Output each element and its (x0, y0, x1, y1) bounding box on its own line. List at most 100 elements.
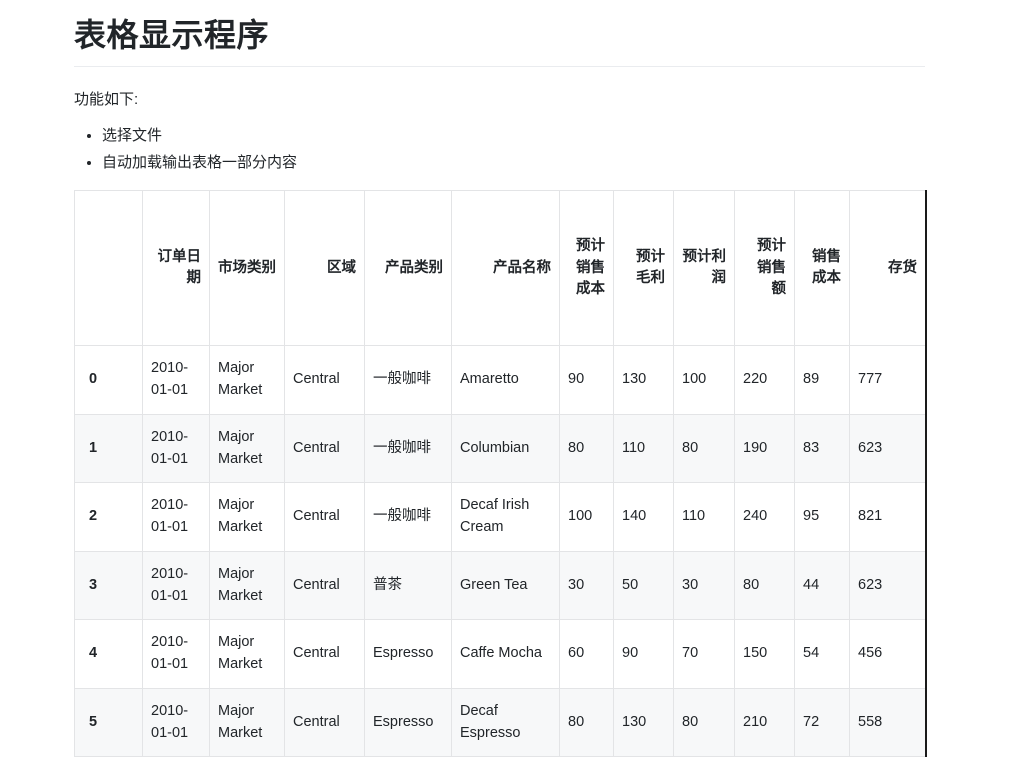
cell-order-date: 2010-01-01 (143, 346, 210, 415)
cell-region: Central (285, 483, 365, 552)
dataframe-table: 订单日期 市场类别 区域 产品类别 产品名称 预计销售成本 预计毛利 预计利润 … (74, 190, 926, 757)
cell-inventory: 623 (850, 551, 926, 620)
cell-inventory: 623 (850, 414, 926, 483)
cell-est-profit: 80 (674, 688, 735, 757)
cell-cost-of-sales: 89 (795, 346, 850, 415)
cell-product-category: Espresso (365, 620, 452, 689)
cell-est-cost-of-sales: 60 (560, 620, 614, 689)
cell-est-profit: 30 (674, 551, 735, 620)
row-index-label: 1 (75, 414, 143, 483)
cell-est-sales-amount: 190 (735, 414, 795, 483)
cell-market-category: Major Market (210, 551, 285, 620)
column-header-est-cost-of-sales: 预计销售成本 (560, 191, 614, 346)
cell-order-date: 2010-01-01 (143, 483, 210, 552)
cell-cost-of-sales: 83 (795, 414, 850, 483)
column-header-product-category: 产品类别 (365, 191, 452, 346)
row-index-label: 4 (75, 620, 143, 689)
list-item: 选择文件 (102, 124, 944, 147)
cell-order-date: 2010-01-01 (143, 551, 210, 620)
cell-cost-of-sales: 44 (795, 551, 850, 620)
column-header-index (75, 191, 143, 346)
cell-est-gross-margin: 50 (614, 551, 674, 620)
feature-list: 选择文件 自动加载输出表格一部分内容 (74, 124, 944, 175)
cell-product-category: Espresso (365, 688, 452, 757)
cell-region: Central (285, 620, 365, 689)
cell-order-date: 2010-01-01 (143, 620, 210, 689)
cell-order-date: 2010-01-01 (143, 414, 210, 483)
column-header-est-sales-amount: 预计销售额 (735, 191, 795, 346)
column-header-market-category: 市场类别 (210, 191, 285, 346)
cell-est-gross-margin: 130 (614, 688, 674, 757)
cell-market-category: Major Market (210, 346, 285, 415)
table-row: 0 2010-01-01 Major Market Central 一般咖啡 A… (75, 346, 926, 415)
row-index-label: 0 (75, 346, 143, 415)
column-header-est-gross-margin: 预计毛利 (614, 191, 674, 346)
cell-inventory: 456 (850, 620, 926, 689)
cell-product-name: Decaf Irish Cream (452, 483, 560, 552)
page-container: 表格显示程序 功能如下: 选择文件 自动加载输出表格一部分内容 订单日期 市场类… (0, 0, 1018, 757)
cell-product-name: Columbian (452, 414, 560, 483)
cell-est-sales-amount: 150 (735, 620, 795, 689)
intro-lead-text: 功能如下: (74, 89, 944, 112)
column-header-cost-of-sales: 销售成本 (795, 191, 850, 346)
column-header-region: 区域 (285, 191, 365, 346)
cell-est-cost-of-sales: 30 (560, 551, 614, 620)
cell-product-name: Amaretto (452, 346, 560, 415)
cell-est-profit: 80 (674, 414, 735, 483)
list-item: 自动加载输出表格一部分内容 (102, 151, 944, 174)
cell-region: Central (285, 688, 365, 757)
row-index-label: 3 (75, 551, 143, 620)
cell-cost-of-sales: 95 (795, 483, 850, 552)
cell-market-category: Major Market (210, 688, 285, 757)
column-header-order-date: 订单日期 (143, 191, 210, 346)
cell-region: Central (285, 346, 365, 415)
cell-market-category: Major Market (210, 483, 285, 552)
cell-est-profit: 110 (674, 483, 735, 552)
table-row: 3 2010-01-01 Major Market Central 普茶 Gre… (75, 551, 926, 620)
cell-product-name: Green Tea (452, 551, 560, 620)
cell-inventory: 558 (850, 688, 926, 757)
row-index-label: 5 (75, 688, 143, 757)
table-row: 2 2010-01-01 Major Market Central 一般咖啡 D… (75, 483, 926, 552)
cell-est-sales-amount: 220 (735, 346, 795, 415)
cell-est-gross-margin: 90 (614, 620, 674, 689)
cell-est-gross-margin: 110 (614, 414, 674, 483)
column-header-inventory: 存货 (850, 191, 926, 346)
cell-est-cost-of-sales: 90 (560, 346, 614, 415)
cell-est-sales-amount: 240 (735, 483, 795, 552)
row-index-label: 2 (75, 483, 143, 552)
cell-region: Central (285, 414, 365, 483)
cell-product-category: 普茶 (365, 551, 452, 620)
cell-est-cost-of-sales: 80 (560, 688, 614, 757)
cell-product-name: Caffe Mocha (452, 620, 560, 689)
column-header-est-profit: 预计利润 (674, 191, 735, 346)
cell-est-gross-margin: 130 (614, 346, 674, 415)
cell-est-gross-margin: 140 (614, 483, 674, 552)
cell-est-sales-amount: 80 (735, 551, 795, 620)
cell-product-category: 一般咖啡 (365, 414, 452, 483)
cell-est-profit: 70 (674, 620, 735, 689)
table-body: 0 2010-01-01 Major Market Central 一般咖啡 A… (75, 346, 926, 757)
cell-inventory: 777 (850, 346, 926, 415)
table-row: 4 2010-01-01 Major Market Central Espres… (75, 620, 926, 689)
cell-product-name: Decaf Espresso (452, 688, 560, 757)
table-head: 订单日期 市场类别 区域 产品类别 产品名称 预计销售成本 预计毛利 预计利润 … (75, 191, 926, 346)
cell-market-category: Major Market (210, 620, 285, 689)
table-row: 5 2010-01-01 Major Market Central Espres… (75, 688, 926, 757)
page-title: 表格显示程序 (74, 0, 944, 54)
cell-est-cost-of-sales: 100 (560, 483, 614, 552)
cell-est-profit: 100 (674, 346, 735, 415)
title-divider (74, 66, 925, 67)
cell-est-cost-of-sales: 80 (560, 414, 614, 483)
cell-product-category: 一般咖啡 (365, 346, 452, 415)
cell-region: Central (285, 551, 365, 620)
cell-cost-of-sales: 54 (795, 620, 850, 689)
table-row: 1 2010-01-01 Major Market Central 一般咖啡 C… (75, 414, 926, 483)
cell-est-sales-amount: 210 (735, 688, 795, 757)
cell-product-category: 一般咖啡 (365, 483, 452, 552)
cell-cost-of-sales: 72 (795, 688, 850, 757)
cell-inventory: 821 (850, 483, 926, 552)
cell-market-category: Major Market (210, 414, 285, 483)
table-scroll-container[interactable]: 订单日期 市场类别 区域 产品类别 产品名称 预计销售成本 预计毛利 预计利润 … (74, 190, 927, 757)
column-header-product-name: 产品名称 (452, 191, 560, 346)
